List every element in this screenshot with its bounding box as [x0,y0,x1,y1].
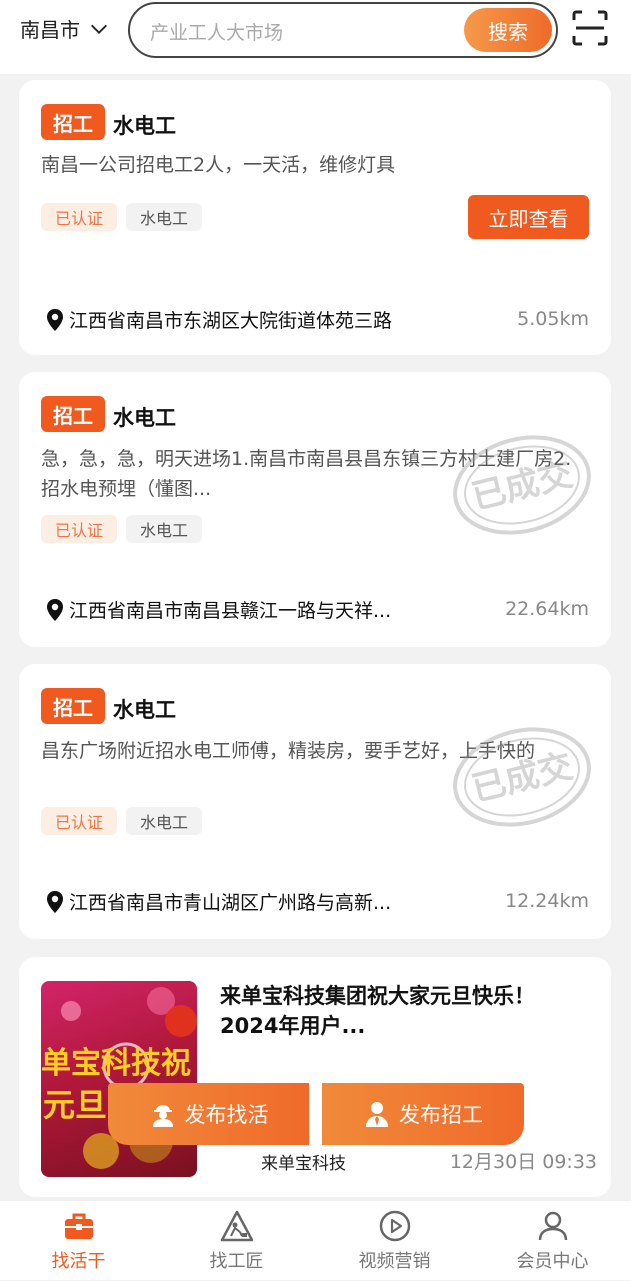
briefcase-icon [64,1213,93,1239]
tab-find-work[interactable]: 找活干 [0,1201,157,1281]
play-circle-icon [379,1210,410,1242]
certified-badge: 已认证 [41,203,118,231]
address-text: 江西省南昌市青山湖区广州路与高新... [69,892,392,914]
news-thumbnail: 单宝科技祝 元旦 [41,981,197,1177]
worker-sign-icon [220,1210,253,1242]
job-type-badge: 水电工 [126,807,203,835]
post-find-work-label: 发布找活 [184,1103,269,1127]
recruit-tag: 招工 [41,688,105,724]
address-text: 江西省南昌市南昌县赣江一路与天祥... [69,600,392,622]
post-job-button[interactable]: 发布招工 [322,1083,524,1145]
tab-label: 视频营销 [358,1251,431,1272]
distance: 22.64km [505,598,589,620]
chevron-down-icon [91,24,107,34]
news-card[interactable]: 单宝科技祝 元旦 来单宝科技集团祝大家元旦快乐！2024年用户... 来单宝科技… [19,957,611,1197]
job-title: 水电工 [113,406,176,430]
scan-icon[interactable] [572,10,608,46]
view-now-button[interactable]: 立即查看 [468,195,589,239]
certified-badge: 已认证 [41,515,118,543]
distance: 12.24km [505,890,589,912]
news-time: 12月30日 09:33 [449,1151,597,1173]
user-icon [538,1211,567,1241]
svg-text:单宝科技祝: 单宝科技祝 [41,1046,191,1081]
news-title: 来单宝科技集团祝大家元旦快乐！2024年用户... [220,984,535,1038]
post-job-label: 发布招工 [399,1103,483,1127]
job-address: 江西省南昌市东湖区大院街道体苑三路 [45,306,392,333]
job-title: 水电工 [113,698,176,722]
tab-member-center[interactable]: 会员中心 [474,1201,631,1281]
job-title: 水电工 [113,114,176,138]
deal-closed-stamp: 已成交 [453,435,591,535]
tab-label: 会员中心 [516,1251,589,1272]
job-type-badge: 水电工 [126,203,203,231]
search-button[interactable]: 搜索 [464,8,552,52]
tab-video-marketing[interactable]: 视频营销 [316,1201,473,1281]
news-source: 来单宝科技 [261,1154,346,1174]
search-box[interactable]: 产业工人大市场 搜索 [128,2,558,58]
job-type-badge: 水电工 [126,515,203,543]
tab-find-craftsman[interactable]: 找工匠 [158,1201,315,1281]
top-bar: 南昌市 产业工人大市场 搜索 [0,0,631,74]
certified-badge: 已认证 [41,807,118,835]
job-description: 南昌一公司招电工2人，一天活，维修灯具 [41,154,396,176]
job-card[interactable]: 招工 水电工 南昌一公司招电工2人，一天活，维修灯具 已认证 水电工 立即查看 … [19,80,611,355]
city-selector[interactable]: 南昌市 [20,14,110,43]
distance: 5.05km [517,308,589,330]
search-input[interactable]: 产业工人大市场 [150,18,283,45]
recruit-tag: 招工 [41,104,105,140]
city-label: 南昌市 [20,18,80,42]
bottom-tab-bar: 找活干 找工匠 视频营销 会员中心 [0,1200,631,1280]
tab-label: 找活干 [51,1251,106,1272]
post-find-work-button[interactable]: 发布找活 [108,1083,309,1145]
svg-text:元旦: 元旦 [43,1086,107,1124]
location-pin-icon [47,890,63,913]
job-card[interactable]: 招工 水电工 昌东广场附近招水电工师傅，精装房，要手艺好，上手快的 已认证 水电… [19,664,611,939]
location-pin-icon [47,598,63,621]
job-address: 江西省南昌市青山湖区广州路与高新... [45,888,391,915]
deal-closed-stamp: 已成交 [453,727,591,827]
job-address: 江西省南昌市南昌县赣江一路与天祥... [45,596,391,623]
location-pin-icon [47,308,63,331]
worker-icon [152,1105,173,1127]
tab-label: 找工匠 [209,1251,264,1272]
recruit-tag: 招工 [41,396,105,432]
job-card[interactable]: 招工 水电工 急，急，急，明天进场1.南昌市南昌县昌东镇三方村土建厂房2.招水电… [19,372,611,647]
boss-icon [366,1102,388,1127]
address-text: 江西省南昌市东湖区大院街道体苑三路 [69,310,393,332]
